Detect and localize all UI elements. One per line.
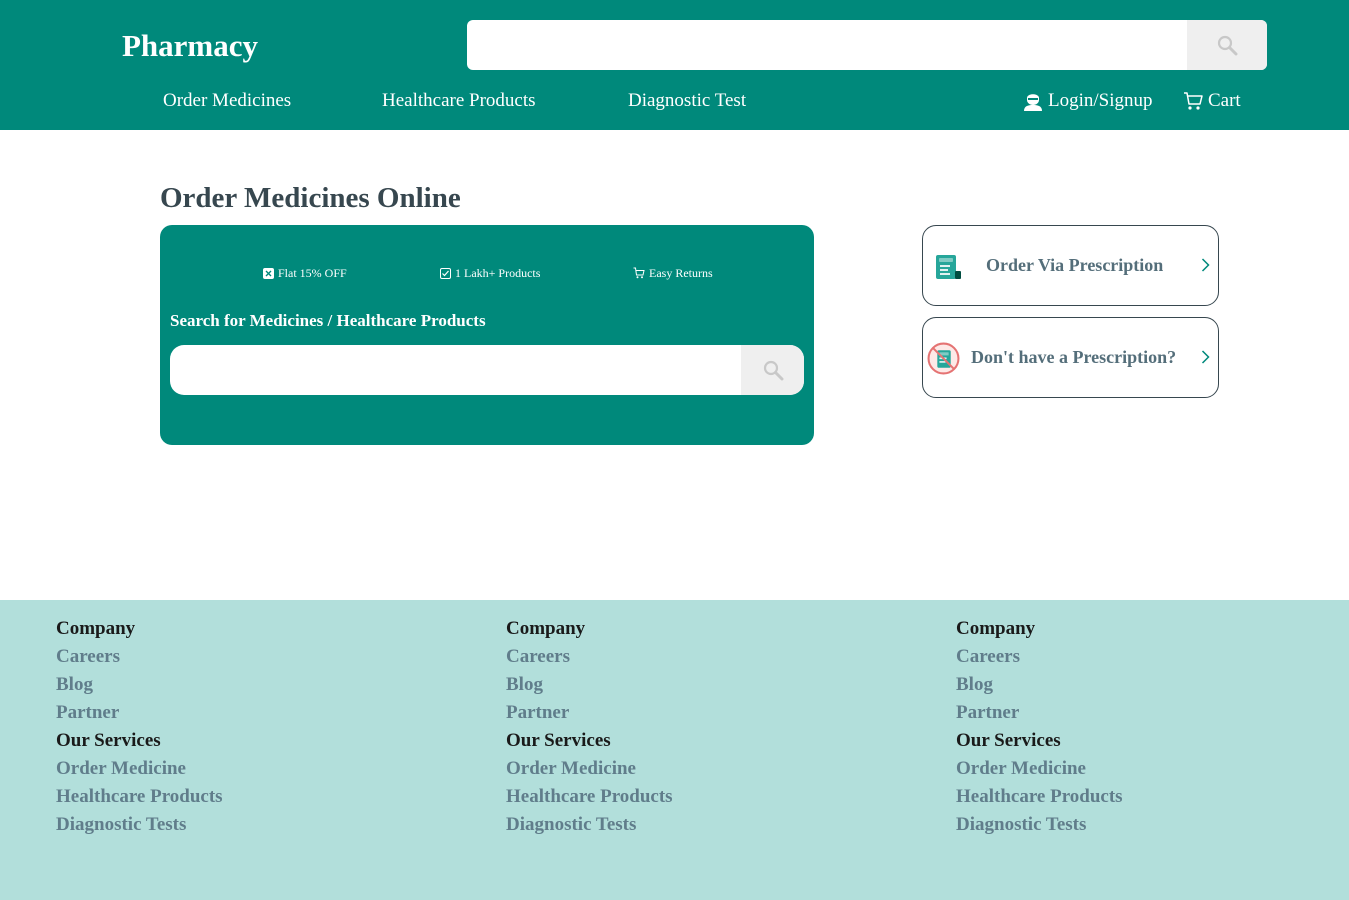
footer-link-partner[interactable]: Partner [956,699,1123,727]
footer-link-order-medicine[interactable]: Order Medicine [506,755,673,783]
footer-heading-company: Company [506,618,586,639]
footer-link-blog[interactable]: Blog [56,671,223,699]
search-label: Search for Medicines / Healthcare Produc… [170,311,486,330]
cart-icon [1184,92,1203,110]
header-search-button[interactable] [1187,20,1267,70]
footer-link-healthcare-products[interactable]: Healthcare Products [56,783,223,811]
chevron-right-icon [1201,350,1210,364]
cart-link[interactable]: Cart [1183,88,1241,114]
login-signup-link[interactable]: Login/Signup [1023,88,1153,114]
cart-label: Cart [1208,90,1241,111]
medicine-search-button[interactable] [741,345,804,395]
chevron-right-icon [1201,258,1210,272]
footer-link-diagnostic-tests[interactable]: Diagnostic Tests [56,811,223,839]
search-icon [1217,35,1238,56]
brand-logo[interactable]: Pharmacy [122,28,258,64]
footer-link-order-medicine[interactable]: Order Medicine [56,755,223,783]
feature-discount: Flat 15% OFF [263,265,347,281]
user-icon [1024,94,1042,111]
medicine-search-panel: Flat 15% OFF 1 Lakh+ Products Easy Retur… [160,225,814,445]
header: Pharmacy Order Medicines Healthcare Prod… [0,0,1349,130]
search-icon [763,360,783,381]
footer-link-healthcare-products[interactable]: Healthcare Products [956,783,1123,811]
nav-diagnostic-test[interactable]: Diagnostic Test [628,88,746,114]
nav-healthcare-products[interactable]: Healthcare Products [382,88,536,114]
order-via-prescription-label: Order Via Prescription [986,255,1164,275]
header-search-input[interactable] [467,20,1187,70]
returns-cart-icon [633,267,645,279]
login-signup-label: Login/Signup [1048,90,1153,111]
footer-link-careers[interactable]: Careers [506,643,673,671]
no-prescription-icon [927,342,960,375]
footer-heading-services: Our Services [506,730,611,751]
medicine-search-input[interactable] [170,345,740,395]
feature-returns-label: Easy Returns [649,266,713,280]
feature-discount-label: Flat 15% OFF [278,266,347,280]
footer-heading-services: Our Services [956,730,1061,751]
check-icon [440,267,451,279]
footer: Company Careers Blog Partner Our Service… [0,600,1349,900]
footer-link-careers[interactable]: Careers [56,643,223,671]
footer-link-careers[interactable]: Careers [956,643,1123,671]
no-prescription-label: Don't have a Prescription? [971,347,1177,367]
page-title: Order Medicines Online [160,182,461,214]
footer-column: Company Careers Blog Partner Our Service… [56,615,223,839]
feature-returns: Easy Returns [633,265,713,281]
order-via-prescription-card[interactable]: Order Via Prescription [922,225,1219,306]
discount-icon [263,267,274,279]
nav-order-medicines[interactable]: Order Medicines [163,88,291,114]
footer-link-healthcare-products[interactable]: Healthcare Products [506,783,673,811]
footer-column: Company Careers Blog Partner Our Service… [506,615,673,839]
footer-link-diagnostic-tests[interactable]: Diagnostic Tests [506,811,673,839]
feature-products-label: 1 Lakh+ Products [455,266,541,280]
feature-products: 1 Lakh+ Products [440,265,540,281]
header-search [467,20,1267,70]
medicine-search [170,345,804,395]
footer-link-order-medicine[interactable]: Order Medicine [956,755,1123,783]
footer-heading-company: Company [956,618,1036,639]
prescription-icon [936,255,961,279]
footer-heading-company: Company [56,618,136,639]
footer-link-partner[interactable]: Partner [506,699,673,727]
footer-link-blog[interactable]: Blog [956,671,1123,699]
footer-link-diagnostic-tests[interactable]: Diagnostic Tests [956,811,1123,839]
footer-link-partner[interactable]: Partner [56,699,223,727]
footer-link-blog[interactable]: Blog [506,671,673,699]
footer-column: Company Careers Blog Partner Our Service… [956,615,1123,839]
footer-heading-services: Our Services [56,730,161,751]
no-prescription-card[interactable]: Don't have a Prescription? [922,317,1219,398]
